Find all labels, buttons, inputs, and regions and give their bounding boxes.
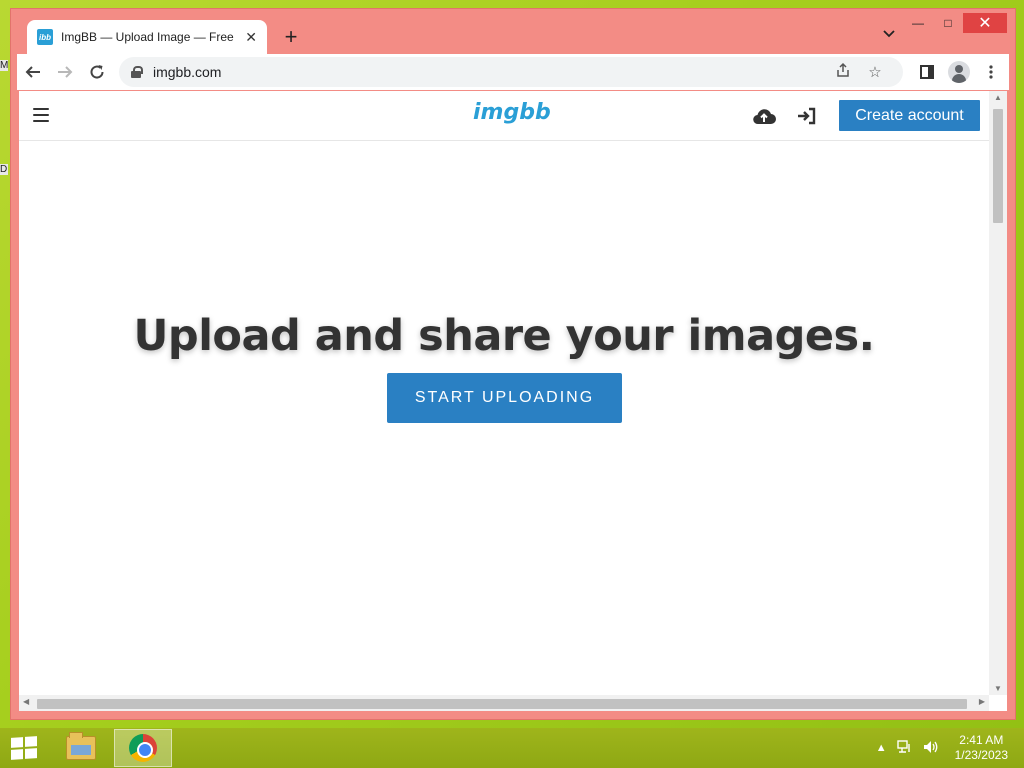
lock-icon[interactable] bbox=[131, 66, 143, 78]
volume-icon[interactable] bbox=[923, 740, 939, 757]
tab-search-chevron-icon[interactable] bbox=[883, 27, 895, 41]
imgbb-favicon-icon: ibb bbox=[37, 29, 53, 45]
side-panel-icon[interactable] bbox=[911, 56, 943, 88]
site-logo[interactable]: imgbb bbox=[473, 100, 551, 125]
site-header: imgbb Create account bbox=[19, 91, 989, 141]
bookmark-star-icon[interactable]: ☆ bbox=[859, 63, 891, 81]
minimize-button[interactable]: — bbox=[903, 13, 933, 33]
horizontal-scrollbar[interactable]: ◀ ▶ bbox=[19, 695, 989, 711]
sign-in-icon[interactable] bbox=[795, 105, 819, 127]
tab-close-icon[interactable]: ✕ bbox=[245, 29, 257, 46]
desktop-icon-fragment: M bbox=[0, 60, 8, 71]
reload-icon[interactable] bbox=[81, 56, 113, 88]
window-controls: — □ ✕ bbox=[903, 13, 1007, 33]
forward-arrow-icon[interactable] bbox=[49, 56, 81, 88]
browser-window: ibb ImgBB — Upload Image — Free ✕ + — □ … bbox=[10, 8, 1016, 720]
url-text[interactable]: imgbb.com bbox=[153, 64, 827, 80]
page-viewport: imgbb Create account Upload and share yo… bbox=[19, 91, 1007, 711]
scrollbar-thumb[interactable] bbox=[993, 109, 1003, 223]
new-tab-button[interactable]: + bbox=[279, 25, 303, 49]
hamburger-menu-icon[interactable] bbox=[33, 108, 49, 122]
browser-toolbar: imgbb.com ☆ bbox=[17, 54, 1009, 90]
desktop-icon-fragment: D bbox=[0, 164, 8, 175]
file-explorer-button[interactable] bbox=[52, 729, 110, 767]
network-icon[interactable] bbox=[896, 739, 913, 757]
system-clock[interactable]: 2:41 AM 1/23/2023 bbox=[955, 733, 1008, 763]
system-tray: ▲ 2:41 AM 1/23/2023 bbox=[876, 728, 1008, 768]
share-icon[interactable] bbox=[827, 62, 859, 82]
start-button[interactable] bbox=[0, 728, 48, 768]
clock-date: 1/23/2023 bbox=[954, 748, 1008, 762]
browser-tab[interactable]: ibb ImgBB — Upload Image — Free ✕ bbox=[27, 20, 267, 54]
chrome-taskbar-button[interactable] bbox=[114, 729, 172, 767]
hero-title: Upload and share your images. bbox=[133, 311, 875, 361]
show-hidden-icons-icon[interactable]: ▲ bbox=[876, 742, 887, 754]
avatar bbox=[948, 61, 970, 83]
scroll-right-arrow-icon[interactable]: ▶ bbox=[979, 697, 985, 706]
address-bar[interactable]: imgbb.com ☆ bbox=[119, 57, 903, 87]
taskbar: ▲ 2:41 AM 1/23/2023 bbox=[0, 728, 1024, 768]
folder-icon bbox=[66, 732, 96, 760]
scrollbar-thumb[interactable] bbox=[37, 699, 967, 709]
scroll-up-arrow-icon[interactable]: ▲ bbox=[989, 93, 1007, 102]
close-button[interactable]: ✕ bbox=[963, 13, 1007, 33]
back-arrow-icon[interactable] bbox=[17, 56, 49, 88]
windows-logo-icon bbox=[11, 736, 37, 760]
cloud-upload-icon[interactable] bbox=[752, 105, 776, 127]
maximize-button[interactable]: □ bbox=[933, 13, 963, 33]
kebab-menu-icon[interactable] bbox=[975, 56, 1007, 88]
scroll-left-arrow-icon[interactable]: ◀ bbox=[23, 697, 29, 706]
create-account-button[interactable]: Create account bbox=[839, 100, 980, 131]
start-uploading-button[interactable]: START UPLOADING bbox=[387, 373, 622, 423]
tab-title: ImgBB — Upload Image — Free bbox=[61, 30, 234, 44]
chrome-icon bbox=[129, 734, 157, 762]
scroll-down-arrow-icon[interactable]: ▼ bbox=[989, 684, 1007, 693]
vertical-scrollbar[interactable]: ▲ ▼ bbox=[989, 91, 1007, 695]
clock-time: 2:41 AM bbox=[959, 733, 1004, 747]
profile-icon[interactable] bbox=[943, 56, 975, 88]
